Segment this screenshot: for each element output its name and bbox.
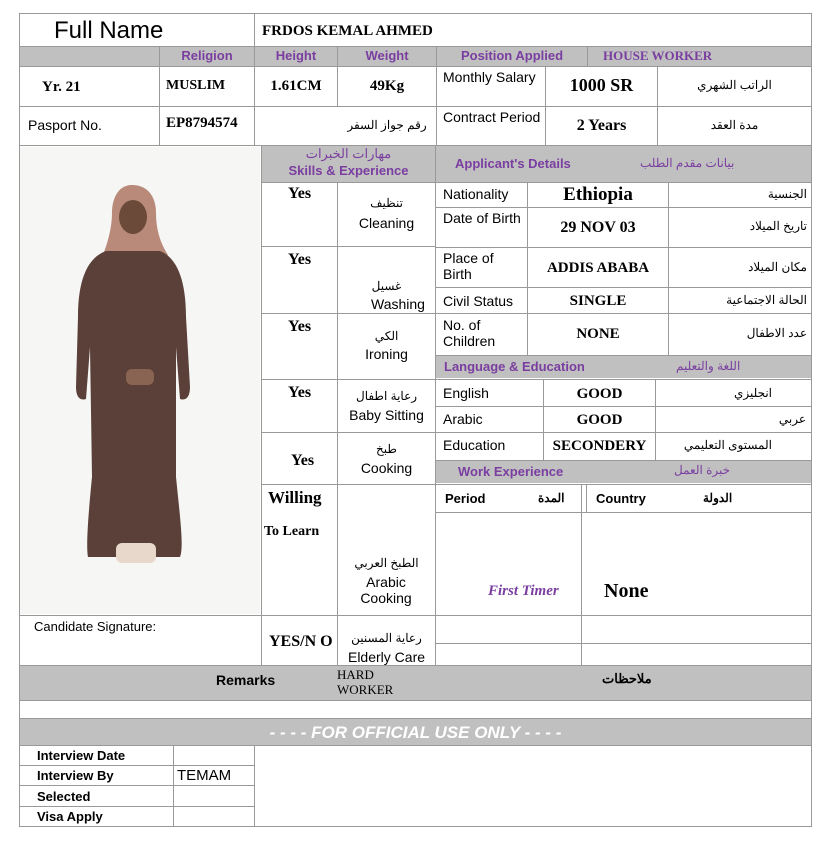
- skill-en-washing: Washing: [371, 296, 425, 312]
- age-value: Yr. 21: [42, 79, 81, 95]
- skill-en-cooking: Cooking: [360, 460, 413, 476]
- skills-title-ar: مهارات الخبرات: [305, 146, 392, 161]
- skill-en-arabic-cooking: Arabic Cooking: [360, 574, 412, 607]
- contract-label: Contract Period: [443, 109, 541, 125]
- skill-answer-arabic-cooking-2: To Learn: [264, 524, 320, 539]
- skill-answer-elderly-care: YES/N O: [269, 633, 333, 650]
- skill-answer-cleaning: Yes: [288, 185, 312, 202]
- height-value: 1.61CM: [270, 78, 322, 94]
- skill-ar-ironing: الكي: [374, 329, 399, 343]
- country-label: Country: [596, 491, 646, 506]
- details-title-ar: بيانات مقدم الطلب: [640, 156, 735, 170]
- period-ar: المدة: [538, 491, 565, 505]
- selected-label: Selected: [37, 789, 91, 804]
- work-period-value: First Timer: [488, 583, 559, 599]
- dob-value: 29 NOV 03: [560, 219, 636, 236]
- period-label: Period: [445, 491, 486, 506]
- applicant-photo: [20, 147, 260, 614]
- interview-date-label: Interview Date: [37, 748, 126, 763]
- position-label: Position Applied: [460, 48, 564, 63]
- skill-ar-cooking: طبخ: [376, 442, 397, 456]
- skill-en-cleaning: Cleaning: [358, 215, 415, 231]
- skill-answer-ironing: Yes: [288, 318, 312, 335]
- skill-ar-washing: غسيل: [371, 279, 402, 293]
- skill-en-ironing: Ironing: [365, 346, 408, 362]
- language-title-en: Language & Education: [444, 359, 585, 374]
- skill-answer-arabic-cooking-1: Willing: [268, 488, 322, 507]
- language-title-ar: اللغة والتعليم: [676, 359, 741, 373]
- skill-en-elderly-care: Elderly Care: [347, 649, 426, 665]
- pob-value: ADDIS ABABA: [546, 260, 650, 276]
- arabic-ar: عربي: [778, 412, 806, 426]
- interview-by-label: Interview By: [37, 768, 114, 783]
- skill-ar-cleaning: تنظيف: [370, 196, 403, 210]
- education-value: SECONDERY: [552, 438, 647, 454]
- weight-value: 49Kg: [369, 78, 405, 94]
- salary-ar: الراتب الشهري: [697, 78, 772, 92]
- pob-label: Place of Birth: [443, 250, 494, 283]
- height-label: Height: [275, 48, 317, 63]
- civil-status-value: SINGLE: [569, 293, 627, 309]
- english-value: GOOD: [576, 386, 623, 402]
- visa-apply-label: Visa Apply: [37, 809, 103, 824]
- remarks-ar: ملاحظات: [602, 671, 652, 686]
- english-ar: انجليزي: [733, 386, 772, 400]
- passport-ar: رقم جواز السفر: [347, 118, 427, 132]
- candidate-signature-label: Candidate Signature:: [34, 619, 157, 634]
- dob-ar: تاريخ الميلاد: [749, 219, 807, 233]
- arabic-label: Arabic: [443, 411, 483, 427]
- children-value: NONE: [576, 326, 620, 342]
- remarks-label: Remarks: [216, 672, 276, 688]
- contract-value: 2 Years: [576, 117, 627, 134]
- nationality-ar: الجنسية: [767, 187, 807, 201]
- religion-label: Religion: [181, 48, 233, 63]
- skill-answer-cooking: Yes: [291, 452, 315, 469]
- official-use-banner: - - - - FOR OFFICIAL USE ONLY - - - -: [269, 723, 562, 742]
- skill-answer-washing: Yes: [288, 251, 312, 268]
- remarks-value: HARD WORKER: [337, 667, 394, 697]
- nationality-value: Ethiopia: [563, 184, 633, 205]
- skill-ar-elderly-care: رعاية المسنين: [351, 631, 422, 645]
- country-ar: الدولة: [703, 491, 733, 505]
- pob-ar: مكان الميلاد: [748, 260, 807, 274]
- passport-label: Pasport No.: [28, 117, 102, 133]
- details-title-en: Applicant's Details: [455, 156, 571, 171]
- skill-ar-babysitting: رعاية اطفال: [355, 389, 418, 403]
- skill-answer-babysitting: Yes: [288, 384, 312, 401]
- salary-label: Monthly Salary: [443, 69, 536, 85]
- children-label: No. of Children: [443, 317, 496, 350]
- work-title-ar: خبرة العمل: [674, 463, 731, 477]
- contract-ar: مدة العقد: [710, 118, 759, 132]
- passport-value: EP8794574: [166, 115, 238, 131]
- work-title-en: Work Experience: [458, 464, 564, 479]
- weight-label: Weight: [365, 48, 409, 63]
- civil-status-ar: الحالة الاجتماعية: [726, 293, 807, 307]
- skill-ar-arabic-cooking: الطبخ العربي: [354, 556, 419, 570]
- english-label: English: [443, 385, 489, 401]
- arabic-value: GOOD: [576, 412, 623, 428]
- children-ar: عدد الاطفال: [746, 326, 807, 340]
- interview-by-value[interactable]: TEMAM: [177, 767, 231, 785]
- full-name-value: FRDOS KEMAL AHMED: [262, 23, 433, 39]
- position-value: HOUSE WORKER: [603, 48, 713, 63]
- skill-en-babysitting: Baby Sitting: [349, 407, 424, 423]
- full-name-label: Full Name: [54, 17, 164, 44]
- nationality-label: Nationality: [443, 186, 509, 202]
- education-label: Education: [443, 437, 506, 453]
- salary-value: 1000 SR: [569, 75, 634, 95]
- work-country-value: None: [604, 580, 649, 602]
- religion-value: MUSLIM: [166, 78, 226, 93]
- civil-status-label: Civil Status: [443, 293, 514, 309]
- dob-label: Date of Birth: [443, 210, 521, 226]
- education-ar: المستوى التعليمي: [683, 438, 772, 452]
- skills-title-en: Skills & Experience: [288, 163, 409, 178]
